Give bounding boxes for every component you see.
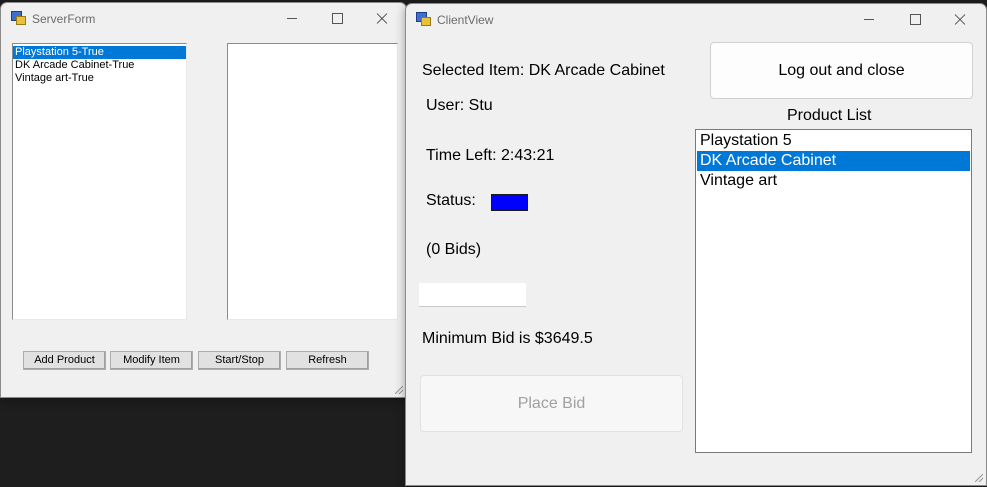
product-list[interactable]: Playstation 5 DK Arcade Cabinet Vintage … (695, 129, 972, 453)
window-title: ServerForm (32, 12, 96, 26)
refresh-button[interactable]: Refresh (286, 351, 369, 370)
resize-grip-icon[interactable] (393, 384, 405, 396)
minimum-bid-label: Minimum Bid is $3649.5 (422, 330, 593, 347)
server-log-list[interactable] (227, 43, 398, 320)
minimize-icon[interactable] (846, 4, 892, 34)
modify-item-button[interactable]: Modify Item (110, 351, 193, 370)
user-label: User: Stu (426, 97, 493, 114)
status-indicator (491, 194, 528, 211)
selected-item-label: Selected Item: DK Arcade Cabinet (422, 62, 665, 79)
list-item[interactable]: Playstation 5-True (13, 46, 186, 59)
bid-amount-input[interactable] (419, 283, 526, 307)
list-item[interactable]: Vintage art-True (13, 72, 186, 85)
server-form-titlebar[interactable]: ServerForm (1, 3, 406, 33)
app-icon (416, 12, 431, 26)
client-view-titlebar[interactable]: ClientView (406, 4, 986, 34)
maximize-icon[interactable] (892, 4, 938, 34)
add-product-button[interactable]: Add Product (23, 351, 106, 370)
client-view-window: ClientView Selected Item: DK Arcade Cabi… (405, 3, 987, 486)
list-item[interactable]: Playstation 5 (697, 131, 970, 151)
place-bid-button[interactable]: Place Bid (420, 375, 683, 432)
resize-grip-icon[interactable] (973, 472, 985, 484)
logout-button[interactable]: Log out and close (710, 42, 973, 99)
server-form-window: ServerForm Playstation 5-True DK Arcade … (0, 2, 407, 398)
list-item[interactable]: DK Arcade Cabinet-True (13, 59, 186, 72)
product-list-label: Product List (787, 107, 872, 124)
list-item[interactable]: DK Arcade Cabinet (697, 151, 970, 171)
list-item[interactable]: Vintage art (697, 171, 970, 191)
time-left-label: Time Left: 2:43:21 (426, 147, 555, 164)
server-item-list[interactable]: Playstation 5-True DK Arcade Cabinet-Tru… (12, 43, 187, 320)
status-label: Status: (426, 192, 476, 209)
start-stop-button[interactable]: Start/Stop (198, 351, 281, 370)
window-title: ClientView (437, 13, 494, 27)
close-icon[interactable] (359, 3, 405, 33)
bid-count-label: (0 Bids) (426, 241, 482, 258)
maximize-icon[interactable] (314, 3, 360, 33)
close-icon[interactable] (937, 4, 983, 34)
minimize-icon[interactable] (269, 3, 315, 33)
app-icon (11, 11, 26, 25)
